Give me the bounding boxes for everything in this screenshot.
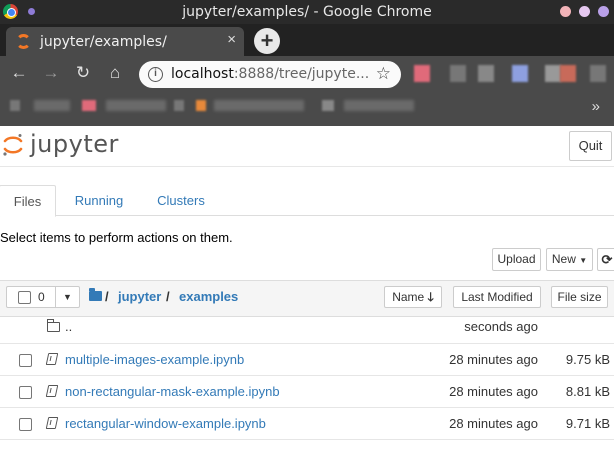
back-arrow-icon[interactable]: ← (8, 63, 30, 83)
folder-icon[interactable] (89, 288, 102, 301)
notebook-icon (45, 353, 59, 365)
list-bottom-border (0, 439, 614, 452)
bookmark-item[interactable] (322, 100, 334, 111)
refresh-button[interactable]: ⟳ (597, 248, 614, 271)
url-text: localhost:8888/tree/jupyte... (171, 66, 369, 82)
extension-icon[interactable] (450, 65, 466, 82)
tab-clusters[interactable]: Clusters (148, 185, 214, 217)
bookmark-item[interactable] (10, 100, 20, 111)
item-checkbox[interactable] (19, 418, 32, 431)
arrow-down-icon: 🡓 (427, 290, 434, 304)
url-host: localhost (171, 66, 234, 82)
upload-button[interactable]: Upload (492, 248, 541, 271)
close-tab-icon[interactable]: × (227, 31, 236, 48)
item-checkbox[interactable] (19, 354, 32, 367)
bookmark-item[interactable] (214, 100, 304, 111)
bookmark-item[interactable] (82, 100, 96, 111)
new-dropdown-button[interactable]: New ▼ (546, 248, 593, 271)
bookmark-star-icon[interactable]: ☆ (376, 64, 391, 84)
tab-running[interactable]: Running (66, 185, 132, 217)
file-size: 9.71 kB (565, 416, 610, 431)
jupyter-favicon-icon (16, 34, 31, 49)
bookmark-item[interactable] (174, 100, 184, 111)
select-all-control[interactable]: 0 (6, 286, 56, 308)
bookmarks-bar: » (0, 92, 614, 126)
extension-icon[interactable] (512, 65, 528, 82)
extension-icon[interactable] (414, 65, 430, 82)
window-titlebar: jupyter/examples/ - Google Chrome (0, 0, 614, 24)
file-size: 8.81 kB (565, 384, 610, 399)
new-tab-button[interactable]: + (254, 28, 280, 54)
window-title: jupyter/examples/ - Google Chrome (182, 4, 432, 20)
item-checkbox[interactable] (19, 386, 32, 399)
list-item[interactable]: rectangular-window-example.ipynb 28 minu… (0, 407, 614, 439)
close-window-icon[interactable] (560, 6, 571, 17)
extension-icon[interactable] (545, 65, 561, 82)
file-modified: 28 minutes ago (449, 384, 538, 399)
breadcrumb-root[interactable]: / (105, 289, 109, 304)
forward-arrow-icon[interactable]: → (40, 63, 62, 83)
reload-icon[interactable]: ↻ (72, 63, 94, 83)
dashboard-tabs: Files Running Clusters (0, 185, 614, 217)
new-label: New (551, 252, 576, 266)
refresh-icon: ⟳ (601, 252, 613, 267)
notebook-icon (45, 417, 59, 429)
selected-count: 0 (38, 290, 45, 304)
sort-by-modified-button[interactable]: Last Modified (453, 286, 541, 308)
breadcrumb-separator: / (166, 289, 170, 304)
breadcrumb-jupyter[interactable]: jupyter (118, 289, 161, 304)
quit-button[interactable]: Quit (569, 131, 612, 161)
parent-dir-link[interactable]: .. (65, 319, 72, 334)
browser-tab[interactable]: jupyter/examples/ × (6, 27, 244, 56)
home-icon[interactable]: ⌂ (104, 63, 126, 83)
site-info-icon[interactable]: i (148, 67, 163, 82)
file-size: 9.75 kB (565, 352, 610, 367)
caret-down-icon: ▼ (579, 256, 588, 265)
bookmarks-overflow-icon[interactable]: » (592, 98, 600, 115)
parent-modified: seconds ago (464, 319, 538, 334)
extension-icon[interactable] (590, 65, 606, 82)
browser-toolbar: ← → ↻ ⌂ i localhost:8888/tree/jupyte... … (0, 56, 614, 92)
bookmark-item[interactable] (344, 100, 414, 111)
sort-by-name-button[interactable]: Name 🡓 (384, 286, 442, 308)
file-link[interactable]: non-rectangular-mask-example.ipynb (65, 384, 280, 399)
breadcrumb-examples[interactable]: examples (179, 289, 238, 304)
file-link[interactable]: multiple-images-example.ipynb (65, 352, 244, 367)
bookmark-item[interactable] (196, 100, 206, 111)
list-item-parent[interactable]: .. seconds ago (0, 311, 614, 343)
address-bar[interactable]: i localhost:8888/tree/jupyte... ☆ (139, 61, 401, 88)
list-item[interactable]: multiple-images-example.ipynb 28 minutes… (0, 343, 614, 375)
file-link[interactable]: rectangular-window-example.ipynb (65, 416, 266, 431)
jupyter-wordmark: jupyter (30, 130, 119, 158)
selection-dropdown-button[interactable]: ▼ (55, 286, 80, 308)
maximize-window-icon[interactable] (598, 6, 609, 17)
extension-icon[interactable] (560, 65, 576, 82)
bookmark-item[interactable] (106, 100, 166, 111)
jupyter-page: jupyter Quit Files Running Clusters Sele… (0, 126, 614, 452)
file-modified: 28 minutes ago (449, 416, 538, 431)
tab-title: jupyter/examples/ (40, 34, 167, 50)
folder-outline-icon (46, 319, 60, 332)
selection-instructions: Select items to perform actions on them. (0, 230, 233, 245)
minimize-window-icon[interactable] (579, 6, 590, 17)
tab-strip: jupyter/examples/ × (0, 24, 614, 56)
sort-name-label: Name (392, 290, 425, 304)
notebook-icon (45, 385, 59, 397)
select-all-checkbox[interactable] (18, 291, 31, 304)
bookmark-item[interactable] (34, 100, 70, 111)
jupyter-logo-icon[interactable] (2, 133, 24, 157)
file-modified: 28 minutes ago (449, 352, 538, 367)
url-path: :8888/tree/jupyte... (233, 66, 370, 82)
tab-files[interactable]: Files (0, 185, 56, 217)
sort-by-size-button[interactable]: File size (551, 286, 608, 308)
list-item[interactable]: non-rectangular-mask-example.ipynb 28 mi… (0, 375, 614, 407)
jupyter-header: jupyter Quit (0, 126, 614, 167)
extension-icon[interactable] (478, 65, 494, 82)
